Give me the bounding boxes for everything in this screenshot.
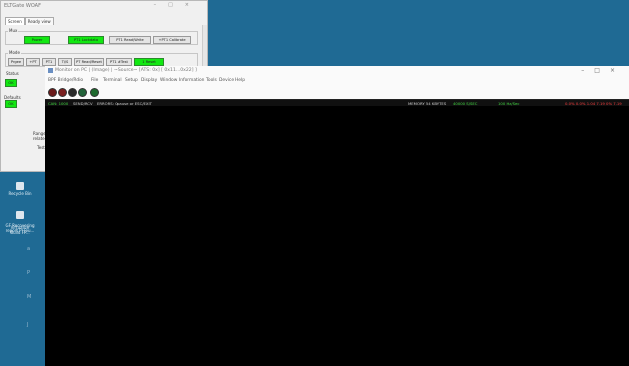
back-window-titlebar: ELTGate WOAF –□×: [1, 1, 207, 11]
status-label: Status: [6, 71, 19, 76]
menu-display[interactable]: Display: [141, 78, 157, 83]
tab-ready-view[interactable]: Ready view: [24, 17, 54, 25]
connect-icon[interactable]: [90, 88, 99, 97]
menu-terminal[interactable]: Terminal: [103, 78, 122, 83]
pt1-test-button[interactable]: PT1 #Test: [106, 58, 132, 66]
desktop-mark: P: [27, 270, 31, 276]
pt1-calibrate-button[interactable]: +PT1 Calibrate: [153, 36, 191, 44]
tis-button[interactable]: Ti/S: [58, 58, 72, 66]
menu-bridge[interactable]: BPF Bridge/Rdio: [48, 78, 83, 83]
recycle-bin-glyph-icon: [16, 182, 24, 190]
gf-recovering-icon[interactable]: GF Recovering report Pl (eu...: [0, 218, 40, 233]
record-icon[interactable]: [48, 88, 57, 97]
test-label: Test: [37, 145, 45, 150]
menu-device[interactable]: Device: [219, 78, 234, 83]
maximize-icon[interactable]: □: [594, 67, 610, 74]
mux-group-label: Mux: [8, 28, 19, 33]
stop-icon[interactable]: [58, 88, 67, 97]
power-button[interactable]: Power: [24, 36, 50, 44]
prgee-button[interactable]: Prgee: [8, 58, 24, 66]
reset-button[interactable]: 1 Reset: [134, 58, 164, 66]
back-window-title: ELTGate WOAF: [4, 3, 41, 9]
plus-pt-button[interactable]: +PT: [26, 58, 40, 66]
back-window-tabs: Screen Ready view: [5, 17, 54, 25]
desktop-icon-label: GF Recovering report Pl (eu...: [5, 223, 35, 233]
status-bar: CAN: 1000 SEND/RCV ERRORS: 0 pause or ES…: [45, 99, 629, 106]
desktop-mark: J: [27, 322, 29, 328]
minimize-icon[interactable]: –: [581, 67, 594, 74]
pt-read-reset-button[interactable]: PT Read/Reset: [74, 58, 104, 66]
menu-file[interactable]: File: [91, 78, 98, 83]
toolbar: [45, 86, 629, 99]
desktop-mark: M: [27, 294, 32, 300]
app-icon: [48, 68, 53, 73]
back-window-controls[interactable]: –□×: [154, 2, 201, 8]
mode-group-label: Mode: [8, 50, 21, 55]
monitor-title: Monitor on PC | (Image) | ~Source~ [ATS:…: [55, 68, 197, 73]
mode-group: Mode Prgee +PT PT1 Ti/S PT Read/Reset PT…: [5, 50, 198, 67]
desktop-icon-label: Recycle Bin: [8, 191, 32, 196]
menu-help[interactable]: Help: [235, 78, 245, 83]
close-icon[interactable]: ×: [610, 67, 625, 74]
mux-group: Mux Power PT1 Lockdata PT1 Read/Write +P…: [5, 28, 198, 45]
status-ok-button[interactable]: OK: [5, 79, 17, 87]
menu-information[interactable]: Information: [179, 78, 204, 83]
desktop-mark: a: [27, 246, 31, 252]
defaults-ok-button[interactable]: OK: [5, 100, 17, 108]
pt1-readwrite-button[interactable]: PT1 Read/Write: [109, 36, 151, 44]
recycle-bin-icon[interactable]: Recycle Bin: [0, 182, 40, 196]
monitor-window: Monitor on PC | (Image) | ~Source~ [ATS:…: [45, 66, 629, 366]
window-controls: –□×: [581, 67, 625, 74]
menu-setup[interactable]: Setup: [125, 78, 138, 83]
pt1-button[interactable]: PT1: [42, 58, 56, 66]
menu-window[interactable]: Window: [160, 78, 177, 83]
pt1-lockdata-button[interactable]: PT1 Lockdata: [68, 36, 104, 44]
tab-screen[interactable]: Screen: [5, 17, 25, 25]
menu-tools[interactable]: Tools: [206, 78, 217, 83]
menu-bar: BPF Bridge/Rdio File Terminal Setup Disp…: [45, 76, 629, 94]
step-icon[interactable]: [78, 88, 87, 97]
monitor-titlebar[interactable]: Monitor on PC | (Image) | ~Source~ [ATS:…: [45, 66, 629, 76]
play-icon[interactable]: [68, 88, 77, 97]
terminal-screen[interactable]: [45, 106, 629, 366]
